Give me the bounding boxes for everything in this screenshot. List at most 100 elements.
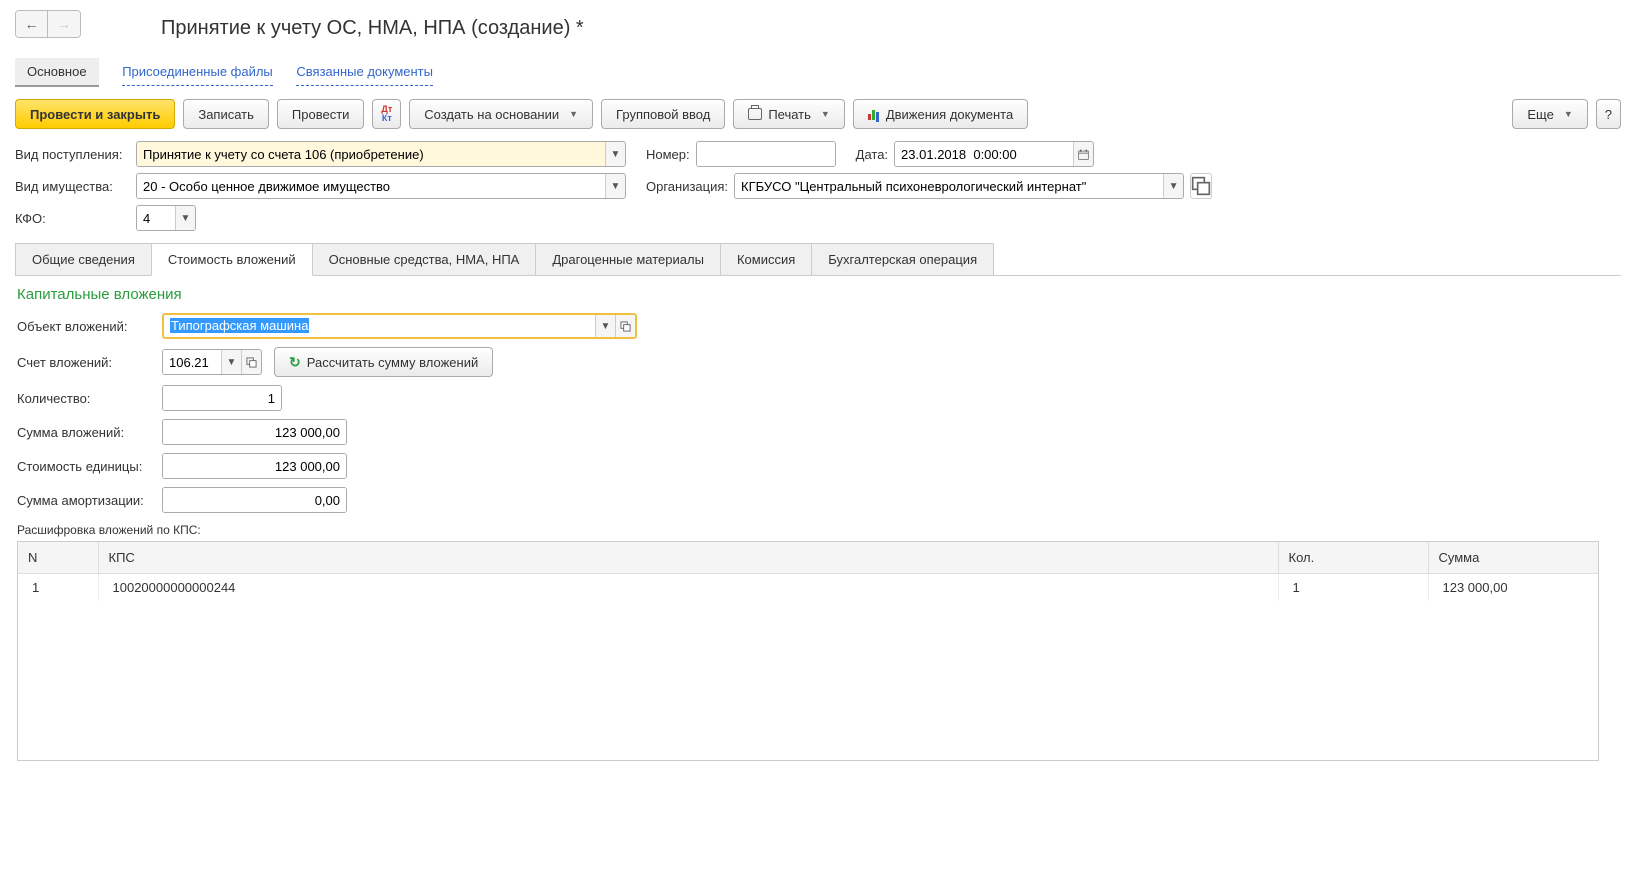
forward-button[interactable]: →: [48, 11, 80, 37]
org-label: Организация:: [646, 179, 728, 194]
post-button[interactable]: Провести: [277, 99, 365, 129]
dropdown-button[interactable]: ▼: [175, 206, 195, 230]
col-kps[interactable]: КПС: [98, 542, 1278, 574]
table-row[interactable]: 1 10020000000000244 1 123 000,00: [18, 574, 1598, 602]
kfo-input[interactable]: [137, 206, 175, 230]
receipt-type-input[interactable]: [137, 142, 605, 166]
open-button[interactable]: [241, 350, 261, 374]
open-icon: [246, 357, 257, 368]
cell-kps: 10020000000000244: [98, 574, 1278, 602]
toolbar: Провести и закрыть Записать Провести ДтК…: [15, 99, 1621, 129]
sum-input-group: [162, 419, 347, 445]
print-icon: [748, 108, 762, 120]
tab-assets[interactable]: Основные средства, НМА, НПА: [312, 243, 537, 276]
print-label: Печать: [768, 107, 811, 122]
chevron-down-icon: ▼: [569, 109, 578, 119]
chart-icon: [868, 108, 880, 120]
object-input[interactable]: Типографская машина: [164, 315, 595, 337]
calc-sum-label: Рассчитать сумму вложений: [307, 355, 479, 370]
account-input-group: ▼: [162, 349, 262, 375]
create-based-button[interactable]: Создать на основании ▼: [409, 99, 593, 129]
dropdown-button[interactable]: ▼: [595, 315, 615, 337]
sum-input[interactable]: [163, 420, 346, 444]
org-input[interactable]: [735, 174, 1163, 198]
dropdown-button[interactable]: ▼: [605, 142, 625, 166]
cell-qty: 1: [1278, 574, 1428, 602]
object-input-group: Типографская машина ▼: [162, 313, 637, 339]
qty-label: Количество:: [17, 391, 162, 406]
dtkt-icon: ДтКт: [381, 105, 392, 123]
open-icon: [620, 321, 631, 332]
kfo-label: КФО:: [15, 211, 130, 226]
asset-type-input-group: ▼: [136, 173, 626, 199]
number-label: Номер:: [646, 147, 690, 162]
refresh-icon: ↻: [289, 354, 301, 371]
amort-input-group: [162, 487, 347, 513]
open-icon: [1191, 176, 1211, 196]
unit-cost-input[interactable]: [163, 454, 346, 478]
tab-general[interactable]: Общие сведения: [15, 243, 152, 276]
help-button[interactable]: ?: [1596, 99, 1621, 129]
sum-label: Сумма вложений:: [17, 425, 162, 440]
nav-tab-main[interactable]: Основное: [15, 58, 99, 87]
cell-n: 1: [18, 574, 98, 602]
unit-cost-label: Стоимость единицы:: [17, 459, 162, 474]
col-qty[interactable]: Кол.: [1278, 542, 1428, 574]
object-value: Типографская машина: [170, 318, 309, 333]
tab-acc-op[interactable]: Бухгалтерская операция: [811, 243, 994, 276]
receipt-type-label: Вид поступления:: [15, 147, 130, 162]
group-input-button[interactable]: Групповой ввод: [601, 99, 725, 129]
nav-tab-related[interactable]: Связанные документы: [296, 58, 433, 86]
unit-cost-input-group: [162, 453, 347, 479]
col-n[interactable]: N: [18, 542, 98, 574]
tab-investment-cost[interactable]: Стоимость вложений: [151, 243, 313, 276]
kfo-input-group: ▼: [136, 205, 196, 231]
dtkt-button[interactable]: ДтКт: [372, 99, 401, 129]
calendar-button[interactable]: [1073, 142, 1093, 166]
save-button[interactable]: Записать: [183, 99, 269, 129]
asset-type-label: Вид имущества:: [15, 179, 130, 194]
date-input[interactable]: [895, 142, 1073, 166]
account-label: Счет вложений:: [17, 355, 162, 370]
col-sum[interactable]: Сумма: [1428, 542, 1598, 574]
dropdown-button[interactable]: ▼: [605, 174, 625, 198]
nav-arrows: ← →: [15, 10, 81, 38]
kps-table: N КПС Кол. Сумма 1 10020000000000244 1 1…: [18, 542, 1598, 601]
asset-type-input[interactable]: [137, 174, 605, 198]
account-input[interactable]: [163, 350, 221, 374]
tab-precious[interactable]: Драгоценные материалы: [535, 243, 721, 276]
back-button[interactable]: ←: [16, 11, 48, 37]
chevron-down-icon: ▼: [1564, 109, 1573, 119]
qty-input[interactable]: [163, 386, 281, 410]
receipt-type-input-group: ▼: [136, 141, 626, 167]
nav-tabs: Основное Присоединенные файлы Связанные …: [15, 58, 1621, 87]
movements-label: Движения документа: [886, 107, 1013, 122]
post-and-close-button[interactable]: Провести и закрыть: [15, 99, 175, 129]
chevron-down-icon: ▼: [821, 109, 830, 119]
nav-tab-files[interactable]: Присоединенные файлы: [122, 58, 273, 86]
number-input-group: [696, 141, 836, 167]
org-input-group: ▼: [734, 173, 1184, 199]
print-button[interactable]: Печать ▼: [733, 99, 845, 129]
qty-input-group: [162, 385, 282, 411]
amort-input[interactable]: [163, 488, 346, 512]
dropdown-button[interactable]: ▼: [221, 350, 241, 374]
more-button[interactable]: Еще ▼: [1512, 99, 1587, 129]
calc-sum-button[interactable]: ↻ Рассчитать сумму вложений: [274, 347, 493, 377]
detail-tabs: Общие сведения Стоимость вложений Основн…: [15, 243, 1621, 276]
open-button[interactable]: [1190, 173, 1212, 199]
more-label: Еще: [1527, 107, 1553, 122]
date-input-group: [894, 141, 1094, 167]
tab-commission[interactable]: Комиссия: [720, 243, 812, 276]
dropdown-button[interactable]: ▼: [1163, 174, 1183, 198]
movements-button[interactable]: Движения документа: [853, 99, 1028, 129]
cell-sum: 123 000,00: [1428, 574, 1598, 602]
kps-table-wrap: N КПС Кол. Сумма 1 10020000000000244 1 1…: [17, 541, 1599, 761]
number-input[interactable]: [697, 142, 835, 166]
date-label: Дата:: [856, 147, 888, 162]
page-title: Принятие к учету ОС, НМА, НПА (создание)…: [161, 17, 584, 40]
open-button[interactable]: [615, 315, 635, 337]
section-title: Капитальные вложения: [17, 286, 1619, 303]
create-based-label: Создать на основании: [424, 107, 559, 122]
calendar-icon: [1078, 149, 1089, 160]
